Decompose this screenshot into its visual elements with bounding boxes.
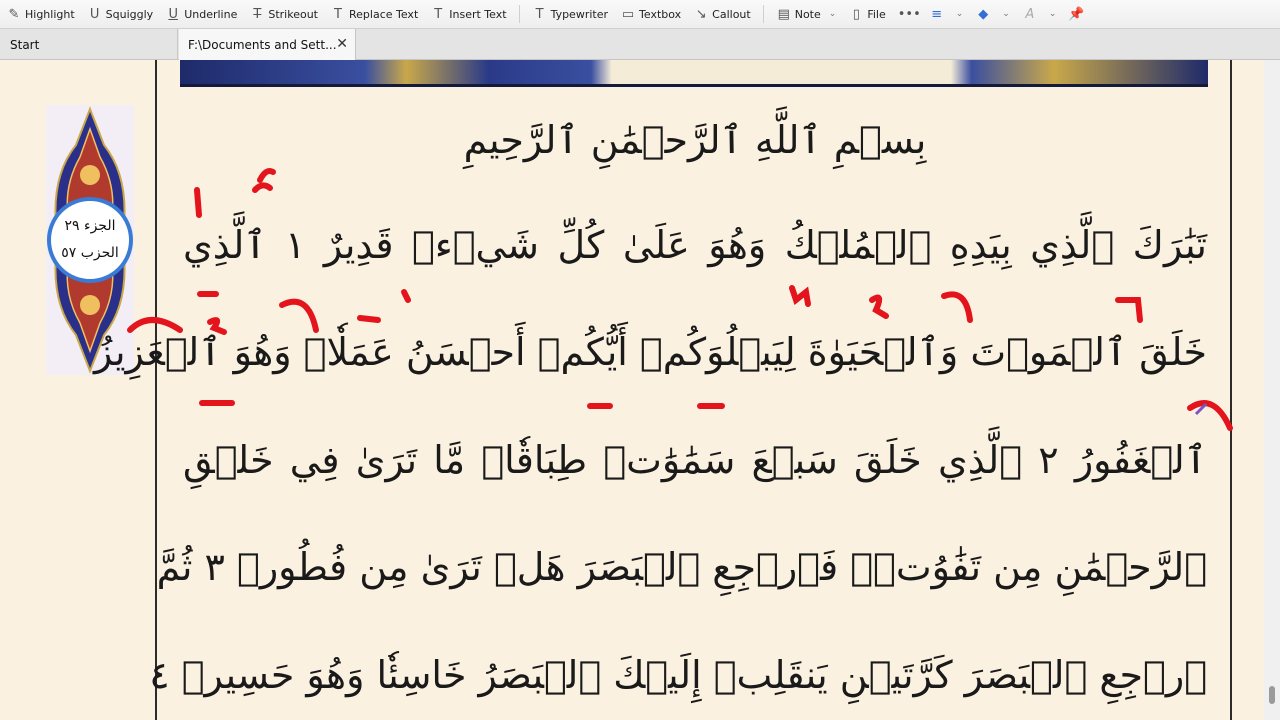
chevron-down-icon: ⌄ xyxy=(1048,9,1057,19)
highlight-button[interactable]: ✎ Highlight xyxy=(0,3,81,25)
surah-header-ornament xyxy=(180,60,1208,87)
hizb-label: الحزب ٥٧ xyxy=(61,245,119,261)
tab-document-label: F:\Documents and Sett... xyxy=(188,37,337,52)
replace-text-label: Replace Text xyxy=(349,7,419,21)
textbox-icon: ▭ xyxy=(621,6,635,22)
fill-color-button[interactable]: ◆ ⌄ xyxy=(969,3,1016,25)
insert-text-button[interactable]: T Insert Text xyxy=(424,3,512,25)
underline-label: Underline xyxy=(184,7,238,21)
pin-button[interactable]: 📌 xyxy=(1062,3,1093,25)
quran-line-1: تَبَٰرَكَ ٱلَّذِي بِيَدِهِ ٱلۡمُلۡكُ وَه… xyxy=(183,223,1207,267)
quran-line-4: ٱلرَّحۡمَٰنِ مِن تَفَٰوُتٖۖ فَٱرۡجِعِ ٱل… xyxy=(156,545,1207,589)
vertical-scrollbar[interactable] xyxy=(1264,60,1280,720)
tab-bar: Start F:\Documents and Sett... ✕ xyxy=(0,29,1280,60)
chevron-down-icon: ⌄ xyxy=(955,9,964,19)
ink-stroke-16 xyxy=(1115,297,1143,323)
note-icon: ▤ xyxy=(777,6,790,22)
replace-text-icon: T xyxy=(334,6,342,22)
more-options-button[interactable]: ••• xyxy=(892,3,923,25)
chevron-down-icon[interactable]: ⌄ xyxy=(829,9,837,19)
strikeout-button[interactable]: T Strikeout xyxy=(243,3,324,25)
callout-label: Callout xyxy=(712,7,751,21)
file-icon: ▯ xyxy=(852,6,860,22)
pen-cursor-icon xyxy=(1194,402,1208,416)
squiggly-label: Squiggly xyxy=(105,7,154,21)
annotation-toolbar: ✎ Highlight U Squiggly U Underline T Str… xyxy=(0,0,1280,29)
page-border-right xyxy=(1230,60,1232,720)
underline-icon: U xyxy=(168,6,178,22)
callout-button[interactable]: ↘ Callout xyxy=(687,3,757,25)
scrollbar-thumb[interactable] xyxy=(1269,686,1275,704)
ink-stroke-13 xyxy=(789,285,811,307)
underline-button[interactable]: U Underline xyxy=(159,3,243,25)
basmala: بِسۡمِ ٱللَّهِ ٱلرَّحۡمَٰنِ ٱلرَّحِيمِ xyxy=(463,118,927,162)
close-icon[interactable]: ✕ xyxy=(336,36,348,52)
insert-text-icon: T xyxy=(434,6,443,22)
highlight-icon: ✎ xyxy=(8,6,20,22)
squiggly-button[interactable]: U Squiggly xyxy=(81,3,160,25)
callout-icon: ↘ xyxy=(695,6,707,22)
quran-line-2: خَلَقَ ٱلۡمَوۡتَ وَٱلۡحَيَوٰةَ لِيَبۡلُو… xyxy=(94,330,1207,374)
quran-line-3: ٱلۡغَفُورُ ٢ ٱلَّذِي خَلَقَ سَبۡعَ سَمَٰ… xyxy=(183,438,1207,482)
replace-text-button[interactable]: T Replace Text xyxy=(324,3,424,25)
fill-color-icon: ◆ xyxy=(978,6,989,22)
ink-stroke-14 xyxy=(869,294,889,319)
ink-stroke-15 xyxy=(941,291,973,323)
typewriter-button[interactable]: T Typewriter xyxy=(526,3,614,25)
document-viewport[interactable]: الجزء ٢٩ الحزب ٥٧ بِسۡمِ ٱللَّهِ ٱلرَّحۡ… xyxy=(0,60,1264,720)
ellipsis-icon: ••• xyxy=(897,6,921,22)
page-border-left xyxy=(155,60,157,720)
pin-icon: 📌 xyxy=(1068,6,1085,22)
ink-stroke-3 xyxy=(252,182,273,193)
insert-text-label: Insert Text xyxy=(449,7,507,21)
toolbar-divider xyxy=(518,5,520,23)
squiggly-icon: U xyxy=(89,6,100,22)
typewriter-icon: T xyxy=(535,6,544,22)
line-style-icon: ≡ xyxy=(931,6,943,22)
tab-start[interactable]: Start xyxy=(0,29,178,60)
tab-start-label: Start xyxy=(10,37,40,52)
line-style-button[interactable]: ≡ ⌄ xyxy=(923,3,970,25)
ink-stroke-1 xyxy=(194,187,202,218)
strikeout-label: Strikeout xyxy=(268,7,318,21)
juz-label: الجزء ٢٩ xyxy=(65,218,116,234)
tab-document[interactable]: F:\Documents and Sett... ✕ xyxy=(179,29,356,60)
typewriter-label: Typewriter xyxy=(550,7,609,21)
quran-line-5: ٱرۡجِعِ ٱلۡبَصَرَ كَرَّتَيۡنِ يَنقَلِبۡ … xyxy=(149,653,1207,697)
ink-stroke-10 xyxy=(401,289,411,303)
file-label: File xyxy=(867,7,886,21)
toolbar-divider xyxy=(762,5,764,23)
font-icon: A xyxy=(1025,6,1035,22)
strikeout-icon: T xyxy=(253,6,262,22)
ink-stroke-9 xyxy=(357,315,381,323)
chevron-down-icon: ⌄ xyxy=(1002,9,1010,19)
ink-stroke-17 xyxy=(1187,400,1233,431)
highlight-label: Highlight xyxy=(25,7,75,21)
ink-stroke-2 xyxy=(257,168,276,183)
font-button[interactable]: A ⌄ xyxy=(1016,3,1063,25)
file-button[interactable]: ▯ File xyxy=(842,3,891,25)
textbox-label: Textbox xyxy=(639,7,682,21)
textbox-button[interactable]: ▭ Textbox xyxy=(614,3,687,25)
note-button[interactable]: ▤ Note ⌄ xyxy=(770,3,843,25)
note-label: Note xyxy=(794,7,821,21)
